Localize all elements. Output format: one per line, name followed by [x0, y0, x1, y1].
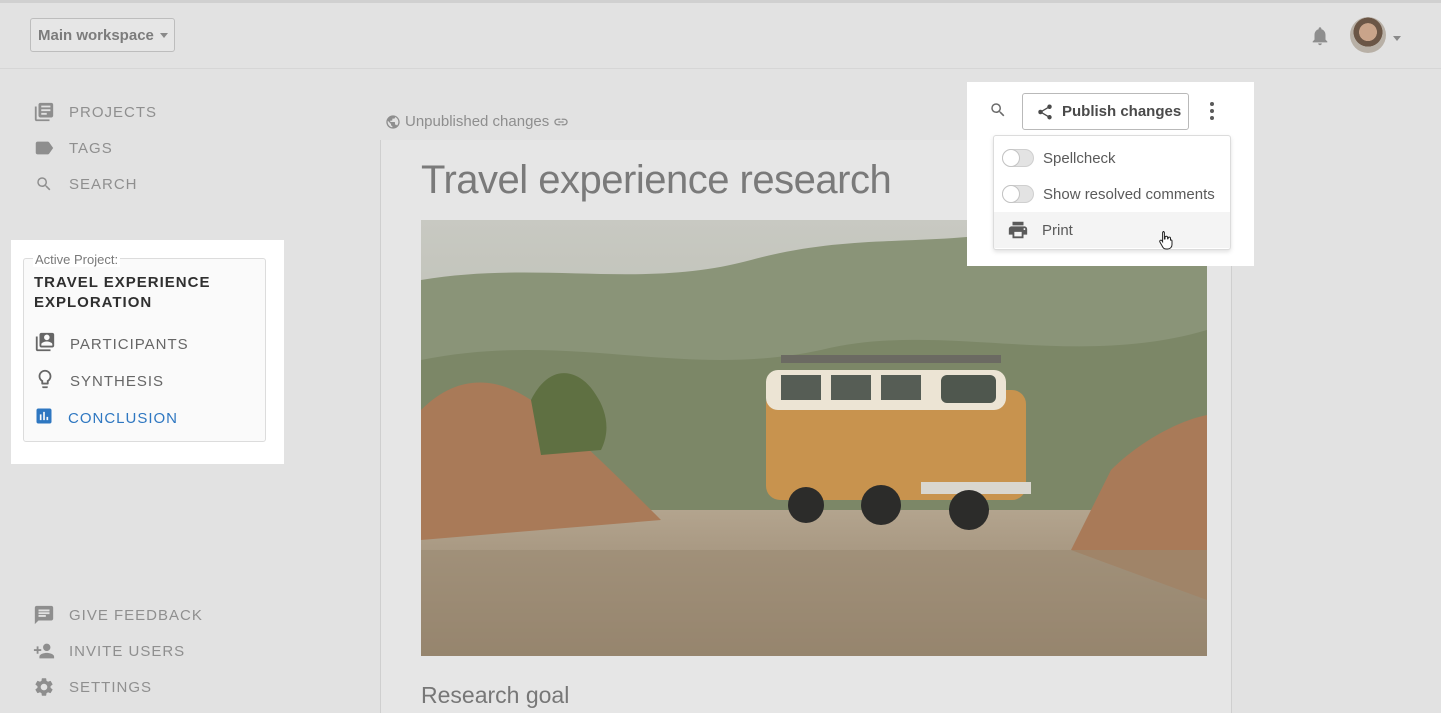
sidebar-item-give-feedback[interactable]: GIVE FEEDBACK	[33, 603, 203, 627]
project-name: TRAVEL EXPERIENCE EXPLORATION	[34, 274, 211, 311]
cover-image	[421, 220, 1207, 656]
chevron-down-icon	[159, 32, 168, 38]
project-legend: Active Project:	[33, 252, 121, 267]
avatar-chevron-down-icon[interactable]	[1393, 36, 1401, 41]
gear-icon	[33, 676, 55, 698]
sidebar-item-tags[interactable]: TAGS	[33, 136, 113, 160]
active-project-box: TRAVEL EXPERIENCE EXPLORATION PARTICIPAN…	[23, 258, 266, 442]
workspace-selector[interactable]: Main workspace	[30, 18, 175, 52]
tags-icon	[33, 137, 55, 159]
top-bar: Main workspace	[0, 3, 1441, 69]
more-vertical-icon[interactable]	[1207, 100, 1217, 122]
globe-icon	[386, 114, 400, 129]
spellcheck-toggle[interactable]	[1002, 149, 1034, 167]
bell-icon[interactable]	[1309, 24, 1331, 48]
menu-item-show-resolved-comments[interactable]: Show resolved comments	[994, 176, 1230, 212]
document-title[interactable]: Travel experience research	[421, 158, 892, 203]
sidebar-item-label: INVITE USERS	[69, 642, 186, 660]
search-icon[interactable]	[989, 101, 1007, 119]
menu-item-spellcheck[interactable]: Spellcheck	[994, 140, 1230, 176]
share-icon	[1038, 103, 1052, 119]
sidebar-item-label: PROJECTS	[69, 103, 158, 121]
publish-changes-button[interactable]: Publish changes	[1022, 93, 1189, 130]
feedback-icon	[33, 604, 55, 626]
project-item-conclusion[interactable]: CONCLUSION	[34, 406, 178, 430]
projects-icon	[33, 101, 55, 123]
search-icon	[33, 173, 55, 195]
options-dropdown-menu: Spellcheck Show resolved comments Print	[993, 135, 1231, 250]
sidebar-item-label: SETTINGS	[69, 678, 153, 696]
project-item-label: SYNTHESIS	[70, 372, 165, 390]
document-toolbar: Publish changes Spellcheck Show resolved…	[967, 82, 1254, 266]
workspace-label: Main workspace	[38, 26, 154, 44]
sidebar-item-projects[interactable]: PROJECTS	[33, 100, 157, 124]
avatar[interactable]	[1350, 17, 1386, 53]
section-heading[interactable]: Research goal	[421, 682, 569, 709]
print-icon	[1008, 221, 1028, 239]
hand-cursor-icon	[1159, 231, 1173, 250]
lightbulb-icon	[34, 368, 56, 394]
menu-item-print[interactable]: Print	[994, 212, 1230, 248]
sidebar-item-settings[interactable]: SETTINGS	[33, 675, 152, 699]
publish-changes-label: Publish changes	[1062, 103, 1182, 120]
sidebar-item-label: TAGS	[69, 139, 113, 157]
menu-item-label: Print	[1042, 221, 1073, 239]
participants-icon	[34, 331, 56, 357]
publish-status-text: Unpublished changes	[405, 113, 550, 130]
link-icon[interactable]	[553, 114, 569, 130]
project-item-label: CONCLUSION	[68, 409, 179, 427]
bar-chart-icon	[34, 406, 54, 430]
publish-status: Unpublished changes	[385, 113, 569, 130]
sidebar-item-search[interactable]: SEARCH	[33, 172, 138, 196]
project-item-participants[interactable]: PARTICIPANTS	[34, 332, 189, 356]
active-project-panel: TRAVEL EXPERIENCE EXPLORATION PARTICIPAN…	[11, 240, 284, 464]
project-item-label: PARTICIPANTS	[70, 335, 189, 353]
show-resolved-comments-toggle[interactable]	[1002, 185, 1034, 203]
sidebar-item-label: SEARCH	[69, 175, 138, 193]
menu-item-label: Spellcheck	[1043, 149, 1116, 167]
sidebar-item-invite-users[interactable]: INVITE USERS	[33, 639, 185, 663]
menu-item-label: Show resolved comments	[1043, 185, 1215, 203]
invite-user-icon	[33, 640, 55, 662]
sidebar-item-label: GIVE FEEDBACK	[69, 606, 203, 624]
project-item-synthesis[interactable]: SYNTHESIS	[34, 369, 164, 393]
